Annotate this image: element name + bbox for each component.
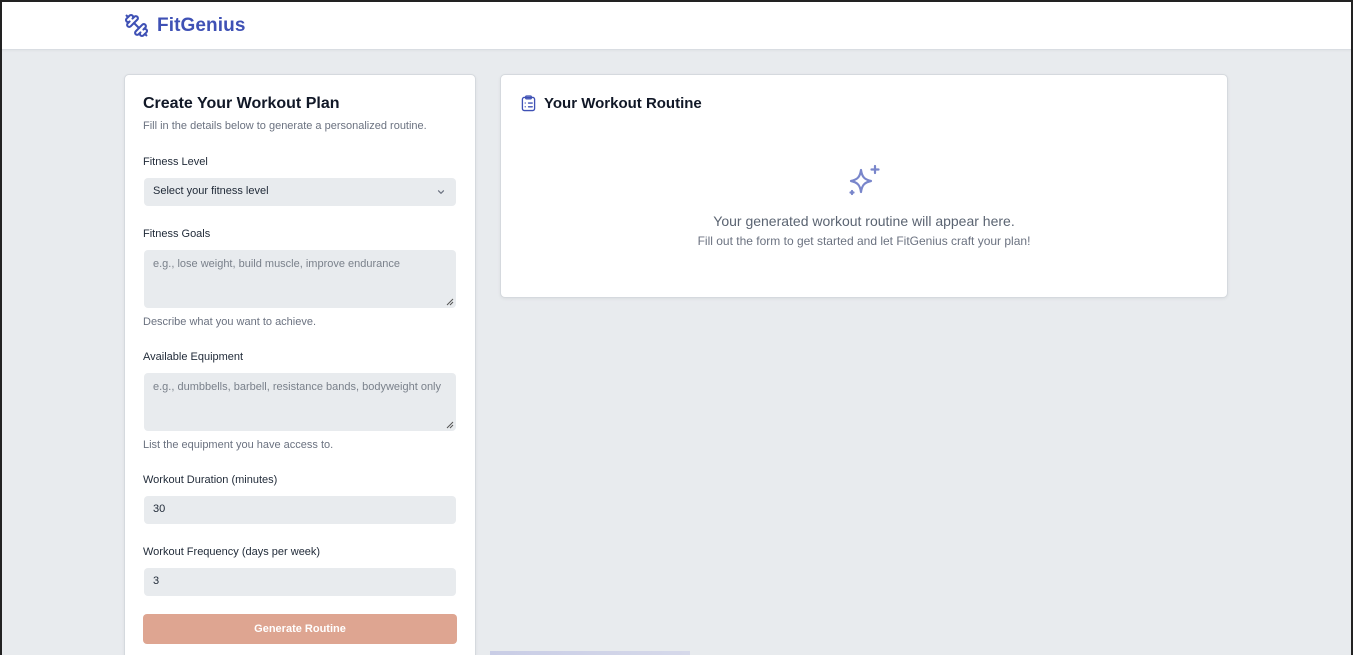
equipment-placeholder: e.g., dumbbells, barbell, resistance ban…: [153, 381, 442, 393]
workout-plan-form: Create Your Workout Plan Fill in the det…: [124, 74, 476, 655]
form-title: Create Your Workout Plan: [143, 95, 340, 112]
routine-header: Your Workout Routine: [521, 95, 702, 112]
top-navigation-bar: FitGenius: [0, 0, 1353, 50]
fitness-goals-textarea[interactable]: e.g., lose weight, build muscle, improve…: [144, 250, 456, 308]
resize-handle-icon[interactable]: [446, 298, 454, 306]
form-subtitle: Fill in the details below to generate a …: [143, 120, 427, 132]
bottom-strip: [490, 651, 690, 655]
empty-state-title: Your generated workout routine will appe…: [713, 213, 1015, 229]
generate-routine-button[interactable]: Generate Routine: [143, 614, 457, 644]
fitness-level-label: Fitness Level: [143, 156, 208, 168]
duration-input[interactable]: 30: [144, 496, 456, 524]
sparkles-icon: [849, 164, 880, 196]
equipment-help: List the equipment you have access to.: [143, 439, 334, 451]
equipment-textarea[interactable]: e.g., dumbbells, barbell, resistance ban…: [144, 373, 456, 431]
resize-handle-icon[interactable]: [446, 421, 454, 429]
brand-logo[interactable]: FitGenius: [124, 13, 246, 38]
duration-label: Workout Duration (minutes): [143, 474, 278, 486]
routine-title: Your Workout Routine: [544, 95, 702, 112]
fitness-goals-help: Describe what you want to achieve.: [143, 316, 317, 328]
fitness-level-selected-value: Select your fitness level: [153, 185, 269, 197]
workout-routine-panel: Your Workout Routine Your generated work…: [500, 74, 1228, 298]
frequency-label: Workout Frequency (days per week): [143, 546, 321, 558]
fitness-level-select[interactable]: Select your fitness level: [144, 178, 456, 206]
chevron-down-icon: [437, 190, 445, 194]
clipboard-list-icon: [521, 95, 536, 112]
empty-state-subtitle: Fill out the form to get started and let…: [697, 234, 1031, 248]
frequency-input[interactable]: 3: [144, 568, 456, 596]
fitness-goals-label: Fitness Goals: [143, 228, 211, 240]
brand-name: FitGenius: [157, 14, 246, 36]
equipment-label: Available Equipment: [143, 351, 244, 363]
dumbbell-icon: [125, 14, 148, 37]
fitness-goals-placeholder: e.g., lose weight, build muscle, improve…: [153, 258, 401, 270]
